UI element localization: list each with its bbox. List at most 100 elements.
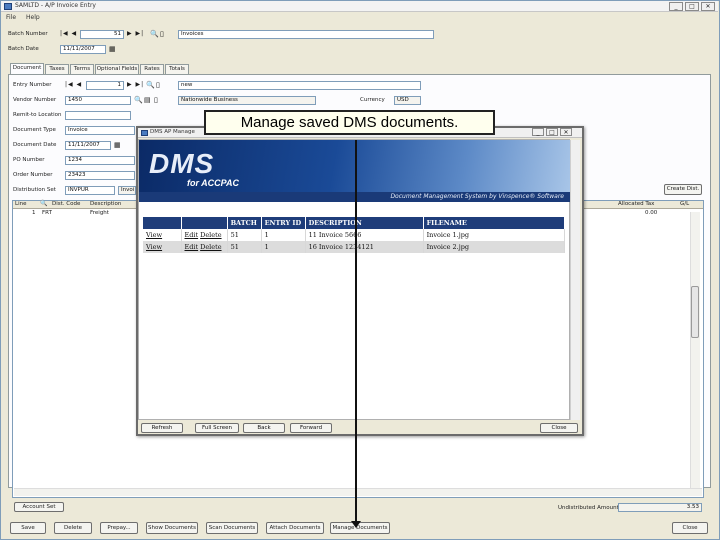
title-bar: SAMLTD - A/P Invoice Entry _ □ ✕ bbox=[1, 1, 718, 12]
delete-button[interactable]: Delete bbox=[54, 522, 92, 534]
po-number-label: PO Number bbox=[13, 157, 45, 163]
dms-full-screen-button[interactable]: Full Screen bbox=[195, 423, 239, 433]
entry-new-icon[interactable]: ▯ bbox=[156, 81, 160, 89]
menu-bar: File Help bbox=[1, 13, 718, 23]
close-window-button[interactable]: ✕ bbox=[701, 2, 715, 11]
grid-vertical-scrollbar[interactable] bbox=[690, 212, 700, 495]
entry-number-label: Entry Number bbox=[13, 82, 52, 88]
minimize-button[interactable]: _ bbox=[669, 2, 683, 11]
grid-col-gl: G/L bbox=[680, 201, 690, 207]
vendor-name-field: Nationwide Business bbox=[178, 96, 316, 105]
dms-back-button[interactable]: Back bbox=[243, 423, 285, 433]
undistributed-amount: 3.53 bbox=[618, 503, 702, 512]
create-dist-button[interactable]: Create Dist. bbox=[664, 184, 702, 195]
table-row[interactable]: View Edit Delete 51 1 16 Invoice 1234121 … bbox=[143, 241, 566, 253]
tab-taxes[interactable]: Taxes bbox=[45, 64, 69, 74]
batch-finder-icon[interactable]: 🔍 bbox=[150, 30, 159, 38]
save-button[interactable]: Save bbox=[10, 522, 46, 534]
show-documents-button[interactable]: Show Documents bbox=[146, 522, 198, 534]
tab-document[interactable]: Document bbox=[10, 63, 44, 74]
row-description: 11 Invoice 5666 bbox=[305, 229, 424, 241]
batch-nav-next-last[interactable]: ▶ ▶| bbox=[127, 30, 144, 37]
dms-restore-button[interactable]: □ bbox=[546, 128, 558, 136]
vendor-drilldown-icon[interactable]: ▤ bbox=[144, 96, 151, 104]
restore-button[interactable]: □ bbox=[685, 2, 699, 11]
grid-row-code: FRT bbox=[42, 210, 52, 216]
dms-forward-button[interactable]: Forward bbox=[290, 423, 332, 433]
grid-horizontal-scrollbar[interactable] bbox=[14, 488, 702, 496]
vendor-new-icon[interactable]: ▯ bbox=[154, 96, 158, 104]
dms-logo-subtitle: for ACCPAC bbox=[187, 178, 239, 188]
close-button[interactable]: Close bbox=[672, 522, 708, 534]
dms-close-button[interactable]: Close bbox=[540, 423, 578, 433]
distribution-set-field[interactable]: INVPUR bbox=[65, 186, 115, 195]
callout-arrow-line bbox=[355, 140, 357, 524]
dms-minimize-button[interactable]: _ bbox=[532, 128, 544, 136]
row-actions-cont: Edit Delete bbox=[181, 229, 228, 241]
batch-new-icon[interactable]: ▯ bbox=[160, 30, 164, 38]
row-desc-id: 11 bbox=[308, 231, 317, 239]
tab-rates[interactable]: Rates bbox=[140, 64, 164, 74]
batch-description-field[interactable]: Invoices bbox=[178, 30, 434, 39]
entry-nav-next-last[interactable]: ▶ ▶| bbox=[127, 81, 144, 88]
vendor-finder-icon[interactable]: 🔍 bbox=[134, 96, 143, 104]
tab-optional-fields[interactable]: Optional Fields bbox=[95, 64, 139, 74]
entry-finder-icon[interactable]: 🔍 bbox=[146, 81, 155, 89]
menu-file[interactable]: File bbox=[6, 14, 16, 21]
grid-col-description: Description bbox=[90, 201, 122, 207]
dms-close-window-button[interactable]: ✕ bbox=[560, 128, 572, 136]
distribution-description-field: Invoi bbox=[118, 186, 136, 195]
batch-number-field[interactable]: 51 bbox=[80, 30, 124, 39]
batch-date-field[interactable]: 11/11/2007 bbox=[60, 45, 106, 54]
menu-help[interactable]: Help bbox=[26, 14, 40, 21]
document-type-select[interactable]: Invoice bbox=[65, 126, 135, 135]
dms-col-entry-id: ENTRY ID bbox=[261, 217, 306, 229]
order-number-field[interactable]: 23423 bbox=[65, 171, 135, 180]
document-date-field[interactable]: 11/11/2007 bbox=[65, 141, 111, 150]
row-entry: 1 bbox=[261, 241, 306, 253]
vendor-number-field[interactable]: 1450 bbox=[65, 96, 131, 105]
tab-totals[interactable]: Totals bbox=[165, 64, 189, 74]
tab-terms[interactable]: Terms bbox=[70, 64, 94, 74]
dms-vertical-scrollbar[interactable] bbox=[570, 140, 580, 420]
batch-nav-first-prev[interactable]: |◀ ◀ bbox=[60, 30, 77, 37]
edit-link[interactable]: Edit bbox=[185, 243, 199, 251]
row-description: 16 Invoice 1234121 bbox=[305, 241, 424, 253]
document-calendar-icon[interactable]: ▦ bbox=[114, 141, 121, 149]
entry-nav-first-prev[interactable]: |◀ ◀ bbox=[65, 81, 82, 88]
po-number-field[interactable]: 1234 bbox=[65, 156, 135, 165]
dms-app-icon bbox=[141, 130, 148, 136]
delete-link[interactable]: Delete bbox=[200, 231, 221, 239]
dms-refresh-button[interactable]: Refresh bbox=[141, 423, 183, 433]
batch-date-label: Batch Date bbox=[8, 46, 39, 52]
dms-col-actions bbox=[143, 217, 182, 229]
table-row[interactable]: View Edit Delete 51 1 11 Invoice 5666 Inv… bbox=[143, 229, 566, 241]
entry-number-field[interactable]: 1 bbox=[86, 81, 124, 90]
grid-col-dist-code: Dist. Code bbox=[52, 201, 81, 207]
dms-col-description: DESCRIPTION bbox=[305, 217, 424, 229]
delete-link[interactable]: Delete bbox=[200, 243, 221, 251]
grid-row-description: Freight bbox=[90, 210, 109, 216]
grid-scroll-thumb[interactable] bbox=[691, 286, 699, 338]
dms-col-filename: FILENAME bbox=[423, 217, 566, 229]
attach-documents-button[interactable]: Attach Documents bbox=[266, 522, 324, 534]
calendar-icon[interactable]: ▦ bbox=[109, 45, 116, 53]
undistributed-label: Undistributed Amount bbox=[558, 505, 619, 511]
prepay-button[interactable]: Prepay... bbox=[100, 522, 138, 534]
dms-tagline: Document Management System by Vinspence®… bbox=[390, 193, 564, 200]
account-set-button[interactable]: Account Set bbox=[14, 502, 64, 512]
callout-arrow-head bbox=[351, 521, 361, 528]
edit-link[interactable]: Edit bbox=[185, 231, 199, 239]
window-title: SAMLTD - A/P Invoice Entry bbox=[15, 2, 96, 9]
grid-row-amount: 0.00 bbox=[645, 210, 658, 216]
view-link[interactable]: View bbox=[146, 243, 162, 251]
view-link[interactable]: View bbox=[146, 231, 162, 239]
entry-description-field[interactable]: new bbox=[178, 81, 421, 90]
batch-number-label: Batch Number bbox=[8, 31, 48, 37]
remit-to-field[interactable] bbox=[65, 111, 131, 120]
row-filename: Invoice 1.jpg bbox=[423, 229, 566, 241]
currency-field: USD bbox=[394, 96, 421, 105]
scan-documents-button[interactable]: Scan Documents bbox=[206, 522, 258, 534]
grid-finder-icon[interactable]: 🔍 bbox=[40, 200, 47, 207]
grid-col-line: Line bbox=[15, 201, 27, 207]
